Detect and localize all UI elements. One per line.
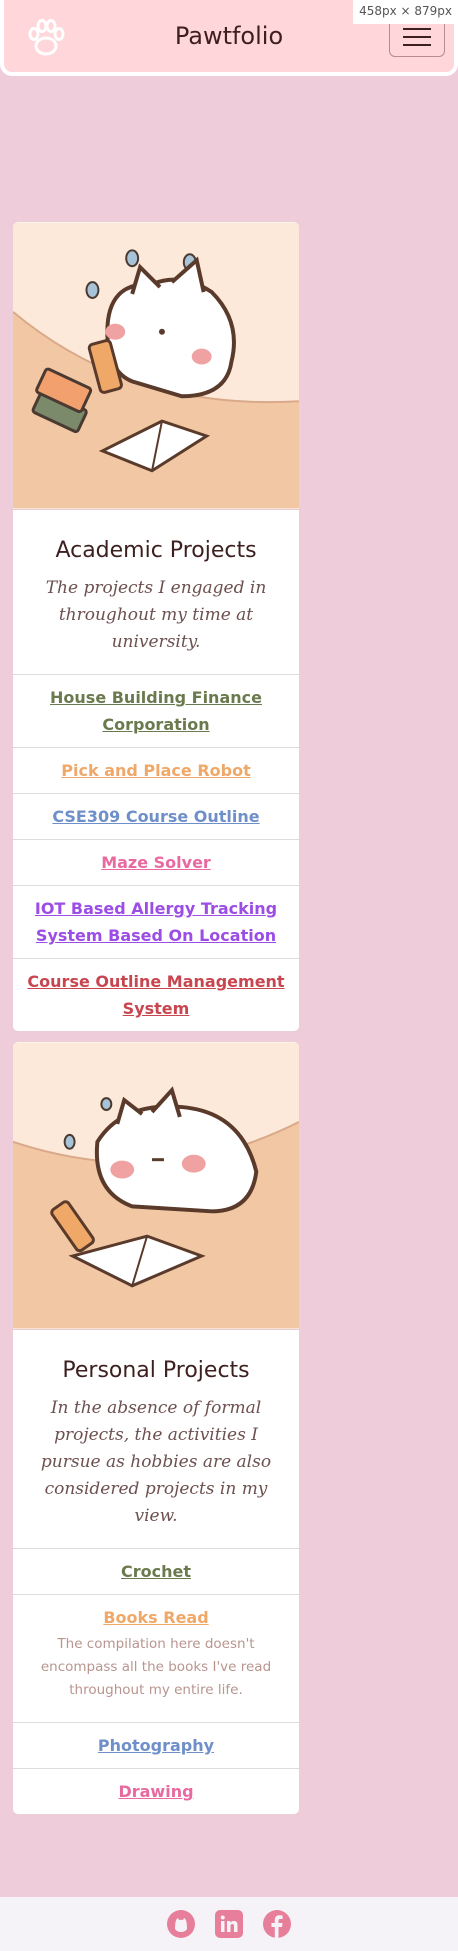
viewport-size-badge: 458px × 879px	[353, 0, 458, 24]
card-subtitle: The projects I engaged in throughout my …	[45, 578, 267, 652]
list-item: Pick and Place Robot	[13, 747, 299, 793]
facebook-icon[interactable]	[262, 1909, 292, 1939]
list-item: Course Outline Management System	[13, 958, 299, 1031]
card-title: Academic Projects	[55, 538, 257, 563]
project-link-cse309[interactable]: CSE309 Course Outline	[52, 807, 259, 826]
card-title: Personal Projects	[62, 1358, 250, 1383]
navbar-brand[interactable]: Pawtfolio	[4, 22, 454, 50]
linkedin-icon[interactable]	[214, 1909, 244, 1939]
list-item: House Building Finance Corporation	[13, 674, 299, 747]
list-item: Photography	[13, 1722, 299, 1768]
project-link-iot-allergy[interactable]: IOT Based Allergy Tracking System Based …	[35, 899, 277, 945]
personal-projects-card: Personal Projects In the absence of form…	[12, 1041, 300, 1815]
cat-drawing-illustration	[13, 1042, 299, 1330]
project-link-drawing[interactable]: Drawing	[118, 1782, 193, 1801]
github-icon[interactable]	[166, 1909, 196, 1939]
books-read-note: The compilation here doesn't encompass a…	[40, 1636, 272, 1698]
card-subtitle: In the absence of formal projects, the a…	[40, 1398, 272, 1526]
project-link-maze-solver[interactable]: Maze Solver	[101, 853, 211, 872]
project-link-pick-and-place[interactable]: Pick and Place Robot	[61, 761, 250, 780]
footer	[0, 1897, 458, 1951]
cat-studying-illustration	[13, 222, 299, 510]
project-link-photography[interactable]: Photography	[98, 1736, 214, 1755]
list-item: Drawing	[13, 1768, 299, 1814]
project-link-crochet[interactable]: Crochet	[121, 1562, 191, 1581]
academic-projects-card: Academic Projects The projects I engaged…	[12, 221, 300, 1032]
hamburger-icon	[403, 28, 431, 30]
list-item: CSE309 Course Outline	[13, 793, 299, 839]
project-link-house-building[interactable]: House Building Finance Corporation	[50, 688, 262, 734]
list-item: Books Read The compilation here doesn't …	[13, 1594, 299, 1722]
project-link-books-read[interactable]: Books Read	[103, 1608, 208, 1627]
project-link-course-outline-mgmt[interactable]: Course Outline Management System	[27, 972, 284, 1018]
list-item: IOT Based Allergy Tracking System Based …	[13, 885, 299, 958]
list-item: Crochet	[13, 1548, 299, 1594]
list-item: Maze Solver	[13, 839, 299, 885]
